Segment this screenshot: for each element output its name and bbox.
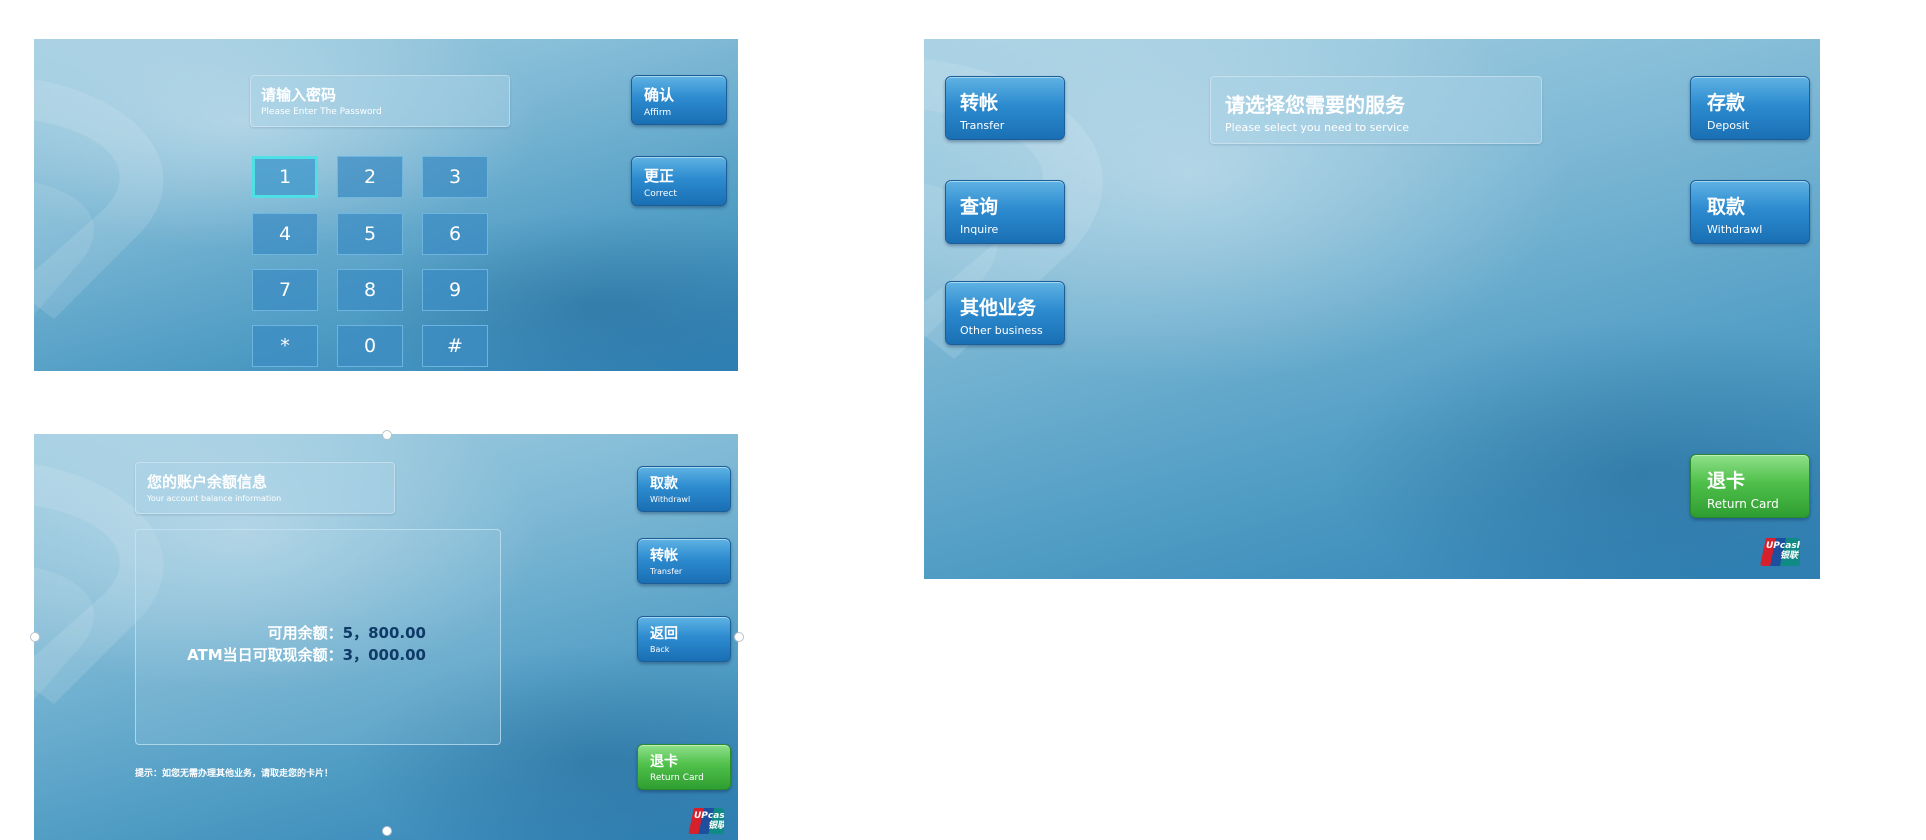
password-screen: 请输入密码 Please Enter The Password 1 2 3 4 … [34, 39, 738, 371]
deposit-button[interactable]: 存款 Deposit [1690, 76, 1810, 140]
key-6[interactable]: 6 [422, 213, 488, 255]
withdraw-cn: 取款 [650, 476, 678, 492]
back-button[interactable]: 返回 Back [637, 616, 731, 662]
correct-button[interactable]: 更正 Correct [631, 156, 727, 206]
withdraw-button[interactable]: 取款 Withdrawl [1690, 180, 1810, 244]
service-prompt-panel: 请选择您需要的服务 Please select you need to serv… [1210, 76, 1542, 144]
transfer-en: Transfer [650, 567, 683, 576]
atm-balance-row: ATM当日可取现余额：3，000.00 [136, 644, 426, 665]
other-business-en: Other business [960, 324, 1043, 337]
other-business-cn: 其他业务 [960, 297, 1037, 319]
prompt-en: Please select you need to service [1225, 121, 1410, 134]
upcash-logo-icon: UPcash 银联 [688, 808, 724, 834]
resize-handle-left[interactable] [30, 632, 40, 642]
affirm-en: Affirm [644, 108, 672, 118]
transfer-button[interactable]: 转帐 Transfer [945, 76, 1065, 140]
key-5[interactable]: 5 [337, 213, 403, 255]
inquire-cn: 查询 [960, 196, 999, 218]
affirm-cn: 确认 [644, 86, 675, 104]
key-7[interactable]: 7 [252, 269, 318, 311]
correct-en: Correct [644, 189, 677, 199]
deposit-cn: 存款 [1707, 92, 1746, 114]
atm-balance-label: ATM当日可取现余额： [187, 646, 343, 664]
prompt-cn: 请输入密码 [261, 86, 337, 104]
balance-title-panel: 您的账户余额信息 Your account balance informatio… [135, 462, 395, 514]
available-balance-value: 5，800.00 [342, 624, 426, 642]
withdraw-en: Withdrawl [650, 495, 691, 504]
title-cn: 您的账户余额信息 [147, 473, 268, 491]
return-card-en: Return Card [650, 773, 704, 783]
key-0[interactable]: 0 [337, 325, 403, 367]
password-prompt-panel: 请输入密码 Please Enter The Password [250, 75, 510, 127]
key-star[interactable]: * [252, 325, 318, 367]
key-hash[interactable]: # [422, 325, 488, 367]
upcash-logo-text: UPcash 银联 [1766, 541, 1800, 561]
return-card-cn: 退卡 [650, 754, 678, 770]
affirm-button[interactable]: 确认 Affirm [631, 75, 727, 125]
deposit-en: Deposit [1707, 119, 1750, 132]
inquire-button[interactable]: 查询 Inquire [945, 180, 1065, 244]
key-8[interactable]: 8 [337, 269, 403, 311]
resize-handle-right[interactable] [734, 632, 744, 642]
prompt-cn: 请选择您需要的服务 [1225, 93, 1405, 117]
upcash-logo-text: UPcash 银联 [694, 811, 724, 831]
bank-logo-watermark-icon [34, 59, 254, 371]
key-3[interactable]: 3 [422, 156, 488, 198]
return-card-en: Return Card [1707, 497, 1779, 511]
transfer-cn: 转帐 [650, 548, 678, 564]
inquire-en: Inquire [960, 223, 999, 236]
key-1[interactable]: 1 [252, 156, 318, 198]
balance-screen: 您的账户余额信息 Your account balance informatio… [34, 434, 738, 840]
return-card-button[interactable]: 退卡 Return Card [637, 744, 731, 790]
transfer-cn: 转帐 [960, 92, 999, 114]
back-en: Back [650, 645, 670, 654]
upcash-logo-icon: UPcash 银联 [1760, 538, 1800, 566]
key-4[interactable]: 4 [252, 213, 318, 255]
key-2[interactable]: 2 [337, 156, 403, 198]
title-en: Your account balance information [147, 494, 282, 503]
prompt-en: Please Enter The Password [261, 107, 382, 117]
transfer-button[interactable]: 转帐 Transfer [637, 538, 731, 584]
return-card-cn: 退卡 [1707, 470, 1746, 492]
withdraw-button[interactable]: 取款 Withdrawl [637, 466, 731, 512]
other-business-button[interactable]: 其他业务 Other business [945, 281, 1065, 345]
service-screen: 请选择您需要的服务 Please select you need to serv… [924, 39, 1820, 579]
available-balance-row: 可用余额：5，800.00 [136, 622, 426, 643]
balance-info-box: 可用余额：5，800.00 ATM当日可取现余额：3，000.00 [135, 529, 501, 745]
available-balance-label: 可用余额： [267, 624, 343, 642]
hint-text: 提示：如您无需办理其他业务，请取走您的卡片！ [135, 769, 334, 779]
return-card-button[interactable]: 退卡 Return Card [1690, 454, 1810, 518]
withdraw-en: Withdrawl [1707, 223, 1763, 236]
back-cn: 返回 [650, 626, 678, 642]
withdraw-cn: 取款 [1707, 196, 1746, 218]
atm-balance-value: 3，000.00 [342, 646, 426, 664]
resize-handle-top[interactable] [382, 430, 392, 440]
transfer-en: Transfer [960, 119, 1005, 132]
resize-handle-bottom[interactable] [382, 826, 392, 836]
correct-cn: 更正 [644, 167, 675, 185]
key-9[interactable]: 9 [422, 269, 488, 311]
